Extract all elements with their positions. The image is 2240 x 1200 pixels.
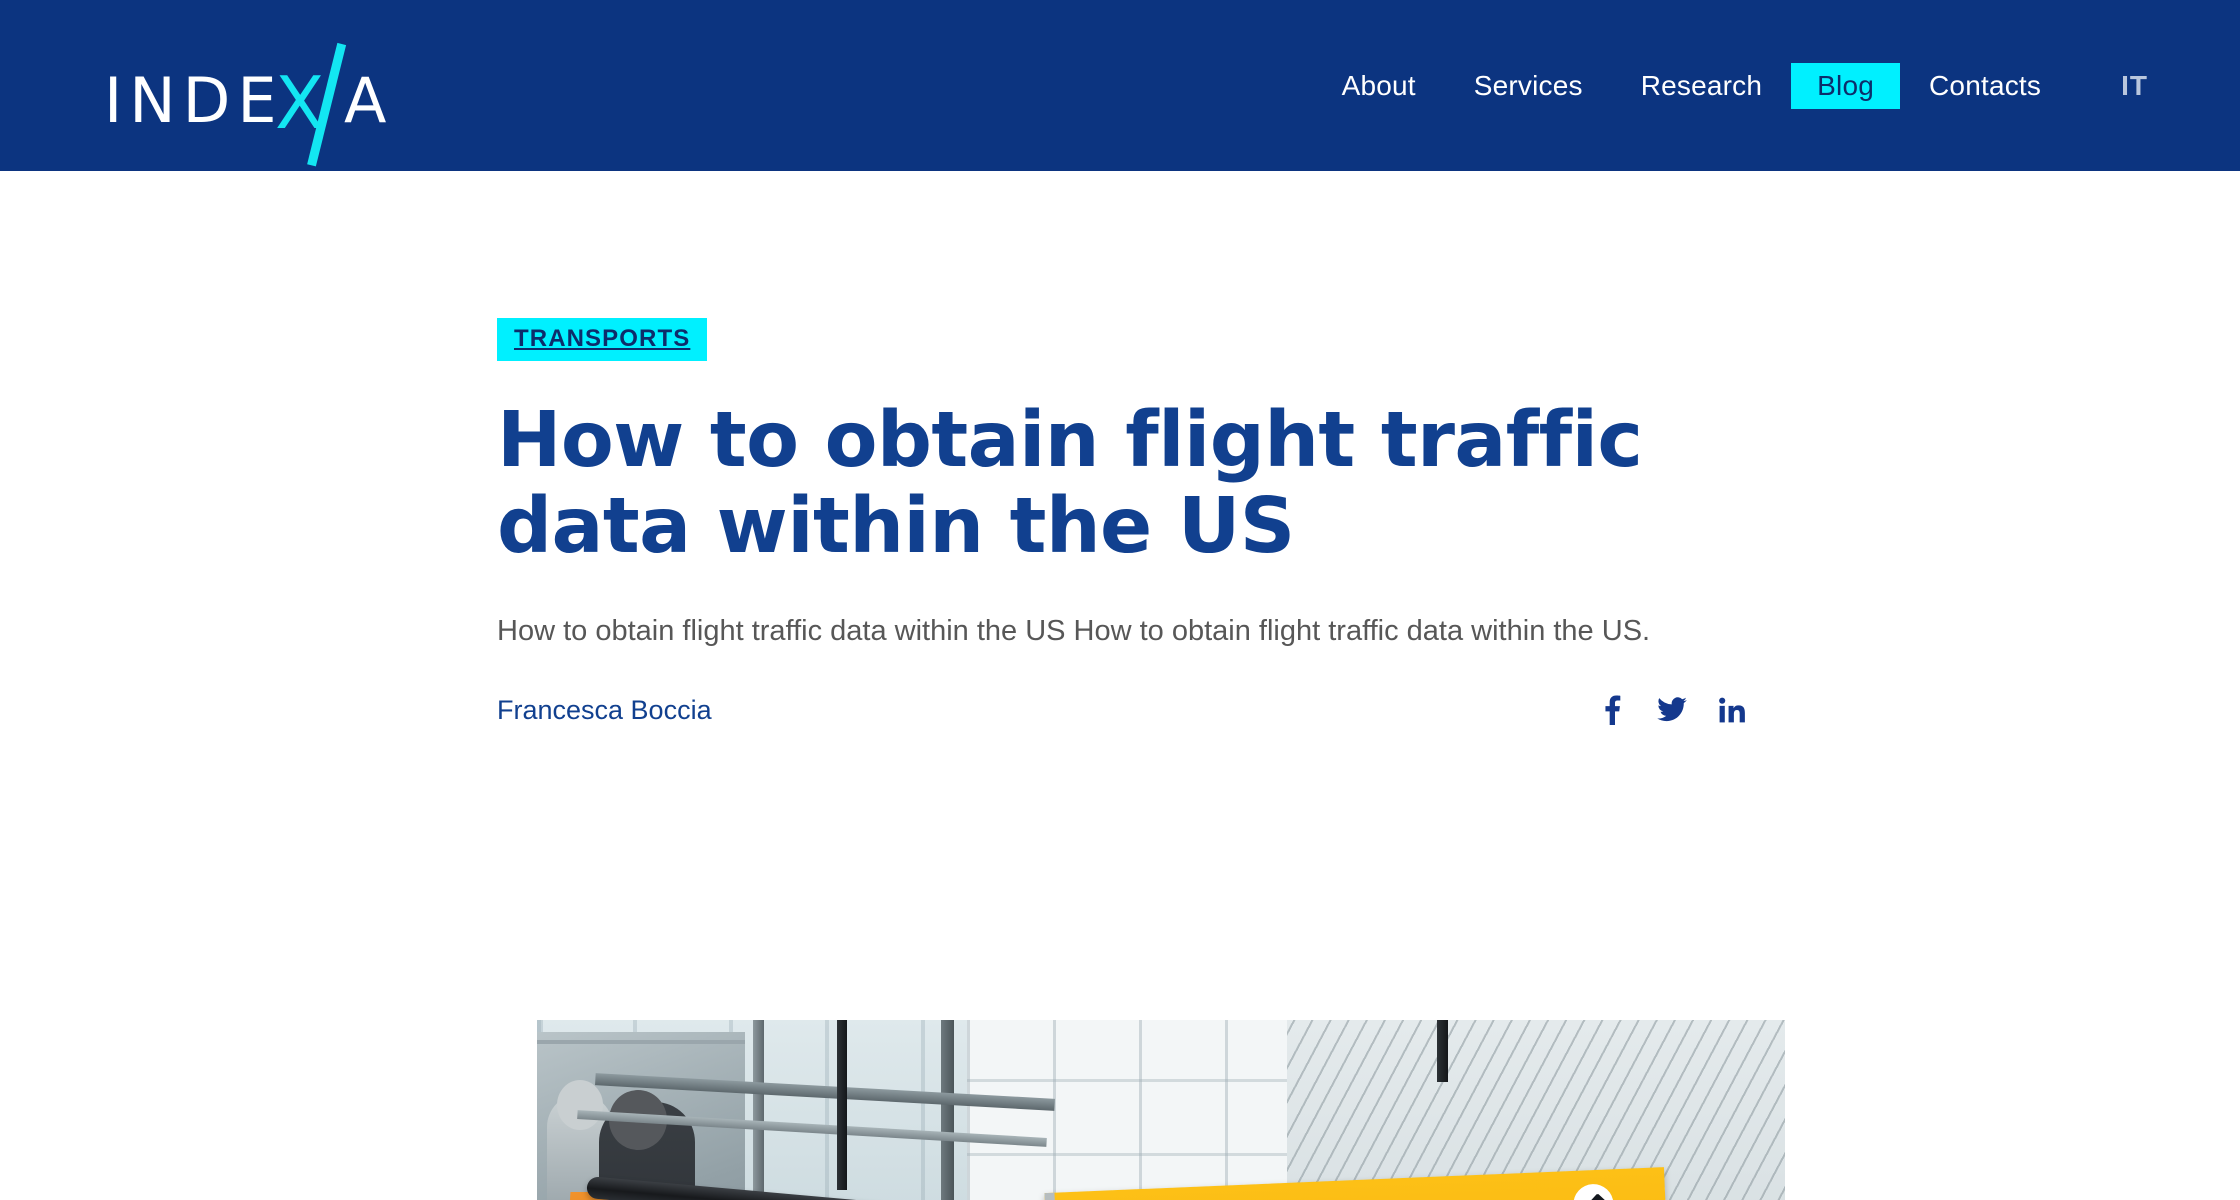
brand-wordmark-indе: INDE — [104, 64, 284, 137]
main-navigation: About Services Research Blog Contacts IT — [1313, 0, 2148, 171]
brand-logo-icon: INDE X A — [104, 42, 393, 167]
linkedin-icon[interactable] — [1717, 695, 1747, 725]
nav-item-contacts[interactable]: Contacts — [1900, 62, 2070, 110]
nav-item-research[interactable]: Research — [1612, 62, 1791, 110]
sign-right-frame — [1044, 1192, 1065, 1200]
wall-panels — [967, 1020, 1287, 1200]
billboard-frame — [537, 1040, 745, 1044]
sign-drop-rod-b — [1437, 1020, 1448, 1082]
twitter-icon[interactable] — [1657, 695, 1687, 725]
sign-drop-rod-a — [837, 1020, 847, 1190]
brand-wordmark-a: A — [344, 64, 393, 137]
article-header: TRANSPORTS How to obtain flight traffic … — [497, 318, 1747, 726]
facebook-icon[interactable] — [1597, 695, 1627, 726]
twitter-glyph — [1657, 697, 1687, 722]
category-badge[interactable]: TRANSPORTS — [497, 318, 708, 361]
airport-terminal-photo: OUVENIR ↑ ↑ ↑ — [537, 1020, 1785, 1200]
nav-item-about[interactable]: About — [1313, 62, 1445, 110]
author-link[interactable]: Francesca Boccia — [497, 695, 712, 726]
structural-column-a — [753, 1020, 764, 1200]
baggage-hall-line: Baggage hall — [1195, 1196, 1492, 1200]
language-switcher[interactable]: IT — [2121, 70, 2148, 102]
social-share-links — [1597, 695, 1747, 726]
article-meta: Francesca Boccia — [497, 695, 1747, 726]
nav-item-blog[interactable]: Blog — [1791, 62, 1900, 109]
page-title: How to obtain flight traffic data within… — [497, 396, 1643, 572]
site-header: INDE X A About Services Research Blog Co… — [0, 0, 2240, 171]
billboard-head-left — [557, 1080, 603, 1130]
nav-item-services[interactable]: Services — [1445, 62, 1612, 110]
article-hero-image: OUVENIR ↑ ↑ ↑ — [537, 1020, 1785, 1200]
facebook-glyph — [1605, 695, 1621, 726]
linkedin-glyph — [1719, 697, 1745, 723]
article-excerpt: How to obtain flight traffic data within… — [497, 615, 1651, 648]
structural-column-b — [941, 1020, 954, 1200]
brand-logo[interactable]: INDE X A — [104, 42, 434, 170]
right-up-arrow-icon: ↑ — [1580, 1185, 1617, 1200]
